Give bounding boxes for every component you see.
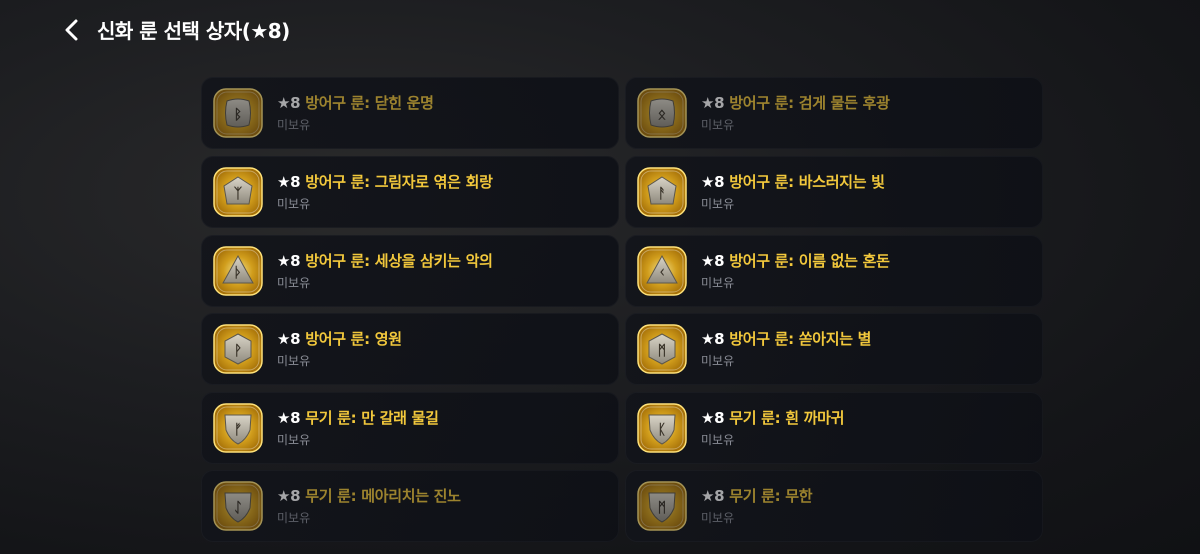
- star-grade: ★8: [277, 252, 301, 270]
- rune-name: 방어구 룬: 쏟아지는 별: [724, 330, 872, 348]
- rune-stone-y-icon: ᛉ: [212, 166, 264, 218]
- rune-title: ★8 방어구 룬: 그림자로 엮은 회랑: [277, 171, 493, 192]
- chevron-left-icon: [65, 19, 78, 41]
- rune-title: ★8 방어구 룬: 영원: [277, 328, 402, 349]
- rune-title: ★8 무기 룬: 흰 까마귀: [701, 407, 844, 428]
- rune-name: 방어구 룬: 바스러지는 빛: [724, 173, 885, 191]
- rune-card[interactable]: ᛟ ★8 방어구 룬: 검게 물든 후광미보유: [625, 77, 1043, 149]
- svg-text:ᚦ: ᚦ: [234, 265, 242, 281]
- ownership-status: 미보유: [277, 197, 311, 211]
- rune-card[interactable]: ᚲ ★8 방어구 룬: 이름 없는 혼돈미보유: [625, 235, 1043, 307]
- rune-card[interactable]: ᛉ ★8 방어구 룬: 그림자로 엮은 회랑미보유: [201, 156, 619, 228]
- rune-name: 방어구 룬: 이름 없는 혼돈: [724, 252, 890, 270]
- rune-card[interactable]: ᚨ ★8 방어구 룬: 바스러지는 빛미보유: [625, 156, 1043, 228]
- rune-stone-f-icon: ᚠ: [212, 402, 264, 454]
- rune-name: 방어구 룬: 닫힌 운명: [300, 94, 434, 112]
- rune-stone-i-icon: ᛇ: [212, 480, 264, 532]
- page-title: 신화 룬 선택 상자(★8): [97, 19, 290, 43]
- rune-card[interactable]: ᛒ ★8 방어구 룬: 닫힌 운명미보유: [201, 77, 619, 149]
- rune-title: ★8 방어구 룬: 세상을 삼키는 악의: [277, 250, 493, 271]
- svg-text:ᛒ: ᛒ: [234, 107, 242, 123]
- svg-text:ᚠ: ᚠ: [234, 422, 242, 438]
- rune-stone-m-icon: ᛗ: [636, 323, 688, 375]
- rune-stone-m2-icon: ᛗ: [636, 480, 688, 532]
- star-grade: ★8: [277, 409, 301, 427]
- ownership-status: 미보유: [701, 433, 735, 447]
- svg-text:ᛟ: ᛟ: [658, 107, 666, 123]
- svg-text:ᛗ: ᛗ: [658, 500, 666, 516]
- svg-text:ᛕ: ᛕ: [658, 422, 666, 438]
- ownership-status: 미보유: [277, 433, 311, 447]
- rune-card[interactable]: ᚦ ★8 방어구 룬: 세상을 삼키는 악의미보유: [201, 235, 619, 307]
- svg-text:ᚲ: ᚲ: [658, 265, 666, 281]
- ownership-status: 미보유: [277, 354, 311, 368]
- rune-title: ★8 방어구 룬: 이름 없는 혼돈: [701, 250, 890, 271]
- rune-name: 무기 룬: 무한: [724, 487, 813, 505]
- rune-name: 방어구 룬: 그림자로 엮은 회랑: [300, 173, 493, 191]
- ownership-status: 미보유: [277, 276, 311, 290]
- star-grade: ★8: [701, 173, 725, 191]
- rune-stone-k-icon: ᚲ: [636, 245, 688, 297]
- rune-name: 무기 룬: 만 갈래 물길: [300, 409, 439, 427]
- rune-name: 방어구 룬: 검게 물든 후광: [724, 94, 890, 112]
- rune-title: ★8 무기 룬: 무한: [701, 485, 813, 506]
- rune-card[interactable]: ᛇ ★8 무기 룬: 메아리치는 진노미보유: [201, 470, 619, 542]
- rune-title: ★8 방어구 룬: 닫힌 운명: [277, 92, 434, 113]
- rune-card[interactable]: ᚠ ★8 무기 룬: 만 갈래 물길미보유: [201, 392, 619, 464]
- rune-name: 무기 룬: 흰 까마귀: [724, 409, 845, 427]
- ownership-status: 미보유: [277, 118, 311, 132]
- back-button[interactable]: [58, 16, 86, 44]
- rune-card[interactable]: ᛗ ★8 무기 룬: 무한미보유: [625, 470, 1043, 542]
- rune-card[interactable]: ᛕ ★8 무기 룬: 흰 까마귀미보유: [625, 392, 1043, 464]
- rune-list: ᛒ ★8 방어구 룬: 닫힌 운명미보유 ᛟ ★8 방어구 룬: 검게 물든 후광미보…: [201, 77, 1043, 554]
- svg-text:ᚨ: ᚨ: [658, 186, 666, 202]
- ownership-status: 미보유: [701, 511, 735, 525]
- star-grade: ★8: [701, 409, 725, 427]
- star-grade: ★8: [277, 94, 301, 112]
- star-grade: ★8: [277, 330, 301, 348]
- header-bar: 신화 룬 선택 상자(★8): [0, 0, 1200, 62]
- rune-name: 무기 룬: 메아리치는 진노: [300, 487, 461, 505]
- svg-text:ᛉ: ᛉ: [234, 186, 243, 202]
- rune-card[interactable]: ᛗ ★8 방어구 룬: 쏟아지는 별미보유: [625, 313, 1043, 385]
- rune-name: 방어구 룬: 세상을 삼키는 악의: [300, 252, 493, 270]
- svg-text:ᚹ: ᚹ: [234, 343, 242, 359]
- star-grade: ★8: [701, 487, 725, 505]
- star-grade: ★8: [277, 173, 301, 191]
- star-grade: ★8: [701, 330, 725, 348]
- rune-title: ★8 무기 룬: 메아리치는 진노: [277, 485, 461, 506]
- rune-title: ★8 방어구 룬: 쏟아지는 별: [701, 328, 871, 349]
- star-grade: ★8: [701, 94, 725, 112]
- svg-text:ᛗ: ᛗ: [658, 343, 666, 359]
- ownership-status: 미보유: [701, 118, 735, 132]
- rune-title: ★8 방어구 룬: 검게 물든 후광: [701, 92, 890, 113]
- ownership-status: 미보유: [277, 511, 311, 525]
- rune-stone-a-icon: ᚨ: [636, 166, 688, 218]
- star-grade: ★8: [277, 487, 301, 505]
- rune-stone-b-icon: ᛒ: [212, 87, 264, 139]
- ownership-status: 미보유: [701, 197, 735, 211]
- rune-name: 방어구 룬: 영원: [300, 330, 402, 348]
- svg-text:ᛇ: ᛇ: [234, 500, 242, 516]
- ownership-status: 미보유: [701, 354, 735, 368]
- rune-card[interactable]: ᚹ ★8 방어구 룬: 영원미보유: [201, 313, 619, 385]
- ownership-status: 미보유: [701, 276, 735, 290]
- rune-stone-n-icon: ᛕ: [636, 402, 688, 454]
- rune-stone-o-icon: ᛟ: [636, 87, 688, 139]
- rune-stone-d-icon: ᚦ: [212, 245, 264, 297]
- rune-title: ★8 무기 룬: 만 갈래 물길: [277, 407, 439, 428]
- rune-stone-p-icon: ᚹ: [212, 323, 264, 375]
- rune-title: ★8 방어구 룬: 바스러지는 빛: [701, 171, 885, 192]
- star-grade: ★8: [701, 252, 725, 270]
